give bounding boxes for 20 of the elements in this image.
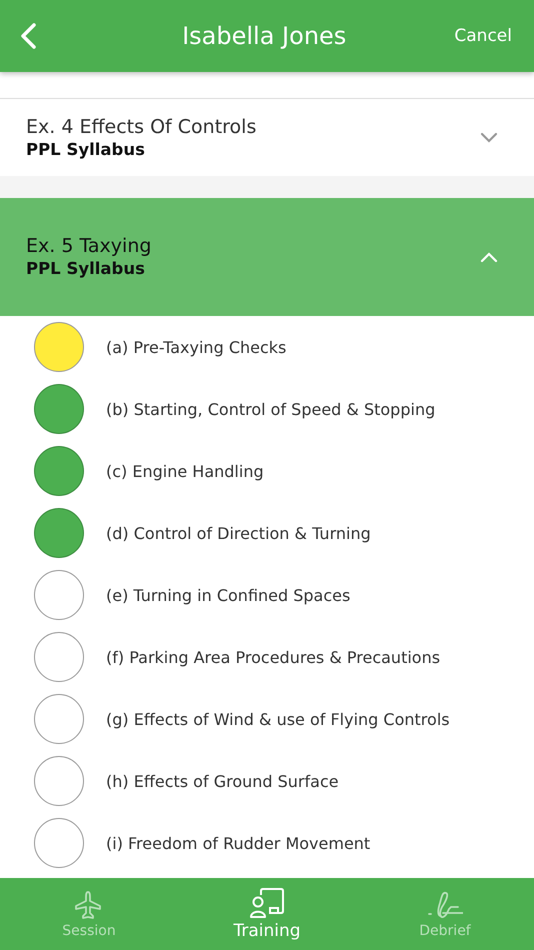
teacher-icon xyxy=(249,887,285,919)
back-icon xyxy=(18,22,38,50)
lesson-item[interactable]: (c) Engine Handling xyxy=(106,462,264,480)
lesson-item[interactable]: (f) Parking Area Procedures & Precautions xyxy=(106,648,440,666)
section-subtitle: PPL Syllabus xyxy=(26,138,146,160)
section-header[interactable]: Ex. 4 Effects Of Controls PPL Syllabus xyxy=(0,98,534,176)
back-button[interactable] xyxy=(18,22,38,50)
lesson-item[interactable]: (e) Turning in Confined Spaces xyxy=(106,586,350,604)
screen-title: Isabella Jones xyxy=(182,22,346,50)
section-title: Ex. 4 Effects Of Controls xyxy=(26,114,256,138)
lesson-item[interactable]: (a) Pre-Taxying Checks xyxy=(106,338,286,356)
section-subtitle: PPL Syllabus xyxy=(26,258,146,280)
section-title: Ex. 5 Taxying xyxy=(26,234,152,258)
signature-icon xyxy=(427,889,463,921)
lesson-item[interactable]: (i) Freedom of Rudder Movement xyxy=(106,834,370,852)
lesson-item[interactable]: (d) Control of Direction & Turning xyxy=(106,524,371,542)
lesson-item[interactable]: (h) Effects of Ground Surface xyxy=(106,772,339,790)
section-header[interactable]: Ex. 5 Taxying PPL Syllabus xyxy=(0,198,534,316)
lesson-item[interactable]: (g) Effects of Wind & use of Flying Controls xyxy=(106,710,450,728)
lesson-item[interactable]: (b) Starting, Control of Speed & Stopping xyxy=(106,400,436,418)
